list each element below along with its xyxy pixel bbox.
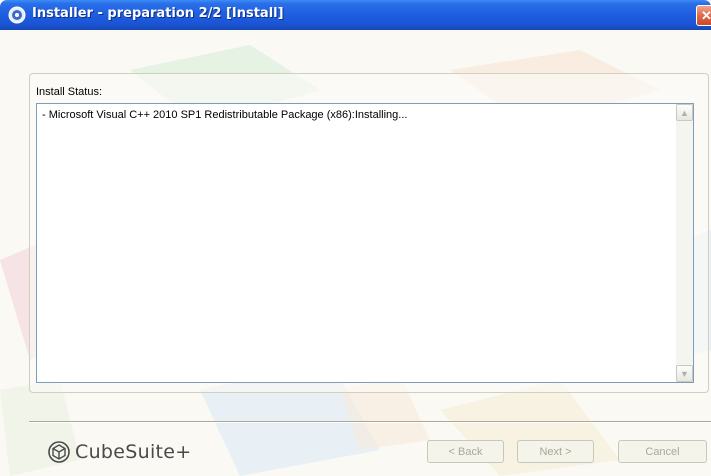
close-button[interactable]: ✕ [696, 5, 711, 26]
install-status-log[interactable]: - Microsoft Visual C++ 2010 SP1 Redistri… [36, 103, 694, 383]
window-title: Installer - preparation 2/2 [Install] [32, 6, 284, 21]
scroll-down-button[interactable]: ▼ [676, 365, 693, 382]
cubesuite-logo: CubeSuite+ [48, 441, 192, 463]
next-button[interactable]: Next > [517, 440, 594, 463]
installer-window: Installer - preparation 2/2 [Install] ✕ … [0, 0, 711, 476]
logo-text: CubeSuite+ [75, 441, 192, 463]
cube-logo-icon [48, 441, 70, 463]
scroll-up-button[interactable]: ▲ [676, 104, 693, 121]
vertical-scrollbar[interactable]: ▲ ▼ [676, 104, 693, 382]
cancel-button[interactable]: Cancel [618, 440, 707, 463]
install-status-label: Install Status: [36, 86, 103, 98]
installer-disc-icon [8, 6, 26, 24]
back-button[interactable]: < Back [427, 440, 504, 463]
status-log-line: - Microsoft Visual C++ 2010 SP1 Redistri… [42, 109, 408, 121]
title-bar[interactable]: Installer - preparation 2/2 [Install] ✕ [0, 0, 711, 30]
footer-separator [29, 421, 711, 423]
